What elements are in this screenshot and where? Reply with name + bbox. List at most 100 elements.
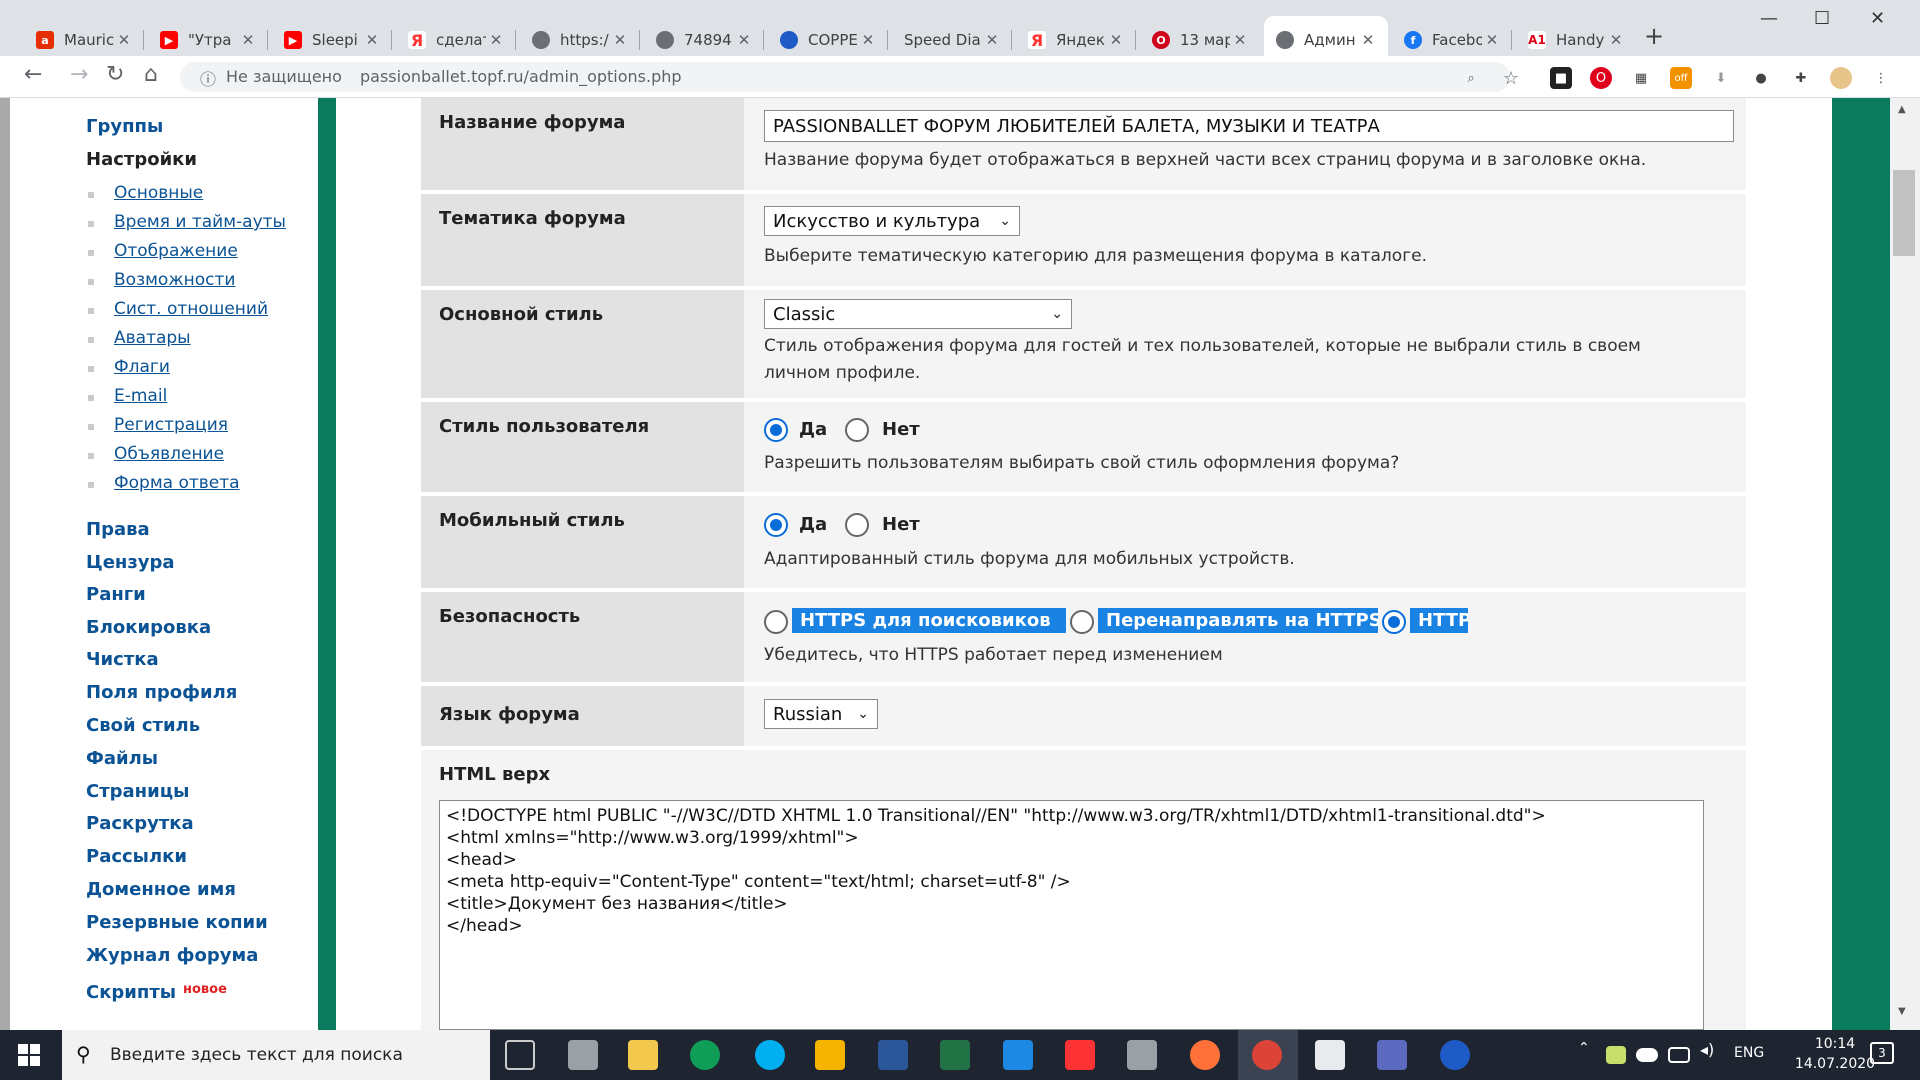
sidebar-item-profile-fields[interactable]: Поля профиля [86,682,237,703]
close-tab-icon[interactable]: ✕ [858,31,878,49]
sidebar-item-blocking[interactable]: Блокировка [86,617,211,638]
back-icon[interactable]: ← [24,62,42,87]
sidebar-sub-flags[interactable]: Флаги [88,357,170,377]
home-icon[interactable]: ⌂ [144,62,158,87]
main-style-select[interactable]: Classic ⌄ [764,299,1072,329]
close-tab-icon[interactable]: ✕ [734,31,754,49]
skype-icon[interactable] [755,1040,785,1070]
scrollbar-thumb[interactable] [1893,170,1915,256]
chrome-icon[interactable] [1252,1040,1282,1070]
sidebar-sub-display[interactable]: Отображение [88,241,238,261]
close-tab-icon[interactable]: ✕ [1606,31,1626,49]
edge-icon[interactable] [690,1040,720,1070]
yandex-browser-icon[interactable] [1065,1040,1095,1070]
maximize-icon[interactable]: ☐ [1814,8,1830,29]
avatar[interactable] [1830,67,1852,89]
user-style-yes-radio[interactable] [764,418,788,442]
mobile-style-yes-radio[interactable] [764,513,788,537]
close-tab-icon[interactable]: ✕ [1358,31,1378,49]
close-tab-icon[interactable]: ✕ [114,31,134,49]
sidebar-item-promotion[interactable]: Раскрутка [86,813,194,834]
coppe-app-icon[interactable] [1440,1040,1470,1070]
sidebar-sub-main[interactable]: Основные [87,183,203,203]
scroll-up-icon[interactable]: ▲ [1898,104,1906,115]
sidebar-item-censorship[interactable]: Цензура [86,552,175,573]
firefox-icon[interactable] [1190,1040,1220,1070]
sidebar-sub-email[interactable]: E-mail [87,386,167,406]
word-icon[interactable] [878,1040,908,1070]
sidebar-item-domain[interactable]: Доменное имя [86,879,236,900]
printer-icon[interactable] [568,1040,598,1070]
minimize-icon[interactable]: — [1760,8,1778,29]
sidebar-item-cleanup[interactable]: Чистка [86,649,159,670]
sidebar-item-custom-style[interactable]: Свой стиль [86,715,200,736]
screen-tool-icon[interactable] [1377,1040,1407,1070]
sidebar-item-scripts[interactable]: Скрипты [86,982,176,1003]
cloud-icon[interactable] [1636,1048,1658,1062]
reload-icon[interactable]: ↻ [106,62,124,87]
taskbar-search[interactable]: ⚲ Введите здесь текст для поиска [62,1030,490,1080]
task-view-icon[interactable] [505,1040,535,1070]
sidebar-item-ranks[interactable]: Ранги [86,584,146,605]
forum-name-input[interactable]: PASSIONBALLET ФОРУМ ЛЮБИТЕЛЕЙ БАЛЕТА, МУ… [764,110,1734,142]
clock-time[interactable]: 10:14 [1790,1036,1880,1052]
off-icon[interactable]: off [1670,67,1692,89]
sidebar-sub-features[interactable]: Возможности [87,270,235,290]
sidebar-item-settings[interactable]: Настройки [86,149,197,170]
notepad-icon[interactable] [1315,1040,1345,1070]
volume-icon[interactable]: ◂) [1700,1040,1720,1070]
network-icon[interactable] [1668,1047,1690,1063]
mail-icon[interactable] [1003,1040,1033,1070]
html-top-textarea[interactable]: <!DOCTYPE html PUBLIC "-//W3C//DTD XHTML… [439,800,1704,1030]
sidebar-item-rights[interactable]: Права [86,519,150,540]
close-tab-icon[interactable]: ✕ [1106,31,1126,49]
forward-icon[interactable]: → [70,62,88,87]
bookmark-star-icon[interactable]: ☆ [1500,67,1522,89]
download-icon[interactable]: ⬇ [1710,67,1732,89]
close-tab-icon[interactable]: ✕ [1482,31,1502,49]
new-tab-button[interactable]: + [1644,22,1664,50]
zoom-icon[interactable]: ⌕ [1460,67,1482,89]
puzzle-icon[interactable]: ✚ [1790,67,1812,89]
mobile-style-no-radio[interactable] [845,513,869,537]
excel-icon[interactable] [940,1040,970,1070]
security-redirect-https-radio[interactable] [1070,610,1094,634]
url-text[interactable]: passionballet.topf.ru/admin_options.php [360,67,682,86]
sidebar-sub-reply-form[interactable]: Форма ответа [88,473,240,493]
sidebar-item-mailings[interactable]: Рассылки [86,846,187,867]
user-style-no-radio[interactable] [845,418,869,442]
language-indicator[interactable]: ENG [1734,1045,1764,1061]
folder-icon[interactable] [628,1040,658,1070]
extension-badge-icon[interactable]: ■ [1550,67,1572,89]
close-tab-icon[interactable]: ✕ [1230,31,1250,49]
sidebar-item-forum-log[interactable]: Журнал форума [86,945,258,966]
close-window-icon[interactable]: ✕ [1870,8,1885,29]
close-tab-icon[interactable]: ✕ [362,31,382,49]
extension-icon[interactable]: ● [1750,67,1772,89]
info-icon[interactable]: ⓘ [200,66,216,90]
calculator-icon[interactable] [1127,1040,1157,1070]
sidebar-item-backups[interactable]: Резервные копии [86,912,268,933]
language-select[interactable]: Russian ⌄ [764,699,878,729]
sidebar-item-groups[interactable]: Группы [86,116,163,137]
sidebar-sub-registration[interactable]: Регистрация [88,415,228,435]
tray-app-icon[interactable] [1606,1046,1626,1064]
menu-kebab-icon[interactable]: ⋮ [1870,67,1892,89]
scroll-down-icon[interactable]: ▼ [1898,1006,1906,1017]
chevron-up-icon[interactable]: ⌃ [1578,1040,1596,1070]
sidebar-item-pages[interactable]: Страницы [86,781,189,802]
clock-date[interactable]: 14.07.2020 [1790,1056,1880,1072]
sidebar-item-files[interactable]: Файлы [86,748,158,769]
close-tab-icon[interactable]: ✕ [982,31,1002,49]
opera-ext-icon[interactable]: O [1590,67,1612,89]
mail-client-icon[interactable] [815,1040,845,1070]
close-tab-icon[interactable]: ✕ [486,31,506,49]
security-http-radio[interactable] [1382,610,1406,634]
forum-topic-select[interactable]: Искусство и культура ⌄ [764,206,1020,236]
close-tab-icon[interactable]: ✕ [610,31,630,49]
windows-start-icon[interactable] [18,1044,40,1066]
grid-icon[interactable]: ▦ [1630,67,1652,89]
sidebar-sub-announcement[interactable]: Объявление [87,444,224,464]
notifications-icon[interactable]: 3 [1870,1042,1894,1064]
sidebar-sub-avatars[interactable]: Аватары [88,328,191,348]
